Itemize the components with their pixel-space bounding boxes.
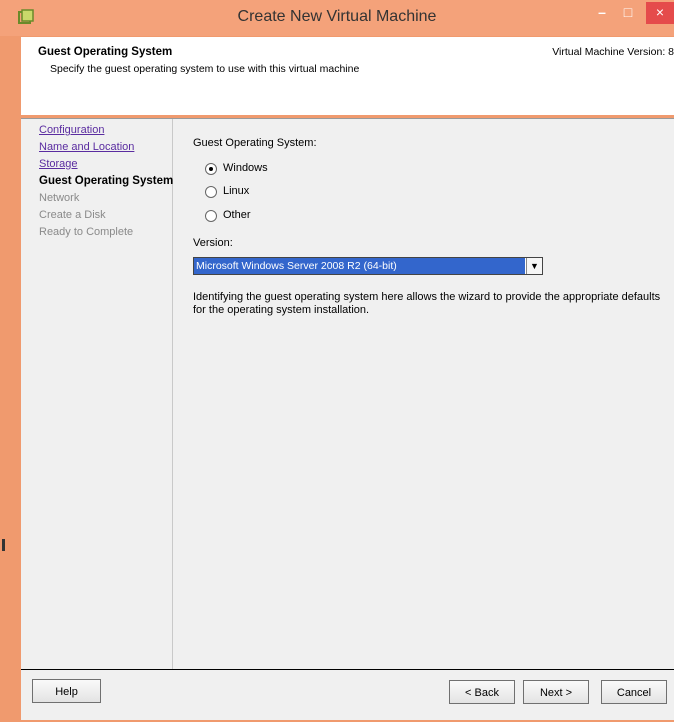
- wizard-content: Guest Operating System: Windows Linux Ot…: [173, 119, 674, 669]
- page-title: Guest Operating System: [38, 46, 173, 58]
- help-button[interactable]: Help: [32, 679, 101, 703]
- next-button[interactable]: Next >: [523, 680, 589, 704]
- version-dropdown-value[interactable]: Microsoft Windows Server 2008 R2 (64-bit…: [194, 258, 525, 274]
- version-dropdown[interactable]: Microsoft Windows Server 2008 R2 (64-bit…: [193, 257, 543, 275]
- wizard-footer: Help < Back Next > Cancel: [21, 669, 674, 720]
- version-label: Version:: [193, 237, 233, 249]
- linux-radio-label[interactable]: Linux: [223, 185, 249, 197]
- vm-version-label: Virtual Machine Version: 8: [552, 46, 674, 58]
- nav-step-name-and-location[interactable]: Name and Location: [39, 141, 134, 153]
- nav-step-create-disk: Create a Disk: [39, 209, 106, 221]
- windows-radio[interactable]: [205, 163, 217, 175]
- os-description-text: Identifying the guest operating system h…: [193, 291, 661, 316]
- wizard-header: Guest Operating System Specify the guest…: [21, 37, 674, 115]
- back-button[interactable]: < Back: [449, 680, 515, 704]
- linux-radio[interactable]: [205, 186, 217, 198]
- wizard-body: Configuration Name and Location Storage …: [21, 118, 674, 669]
- page-subtitle: Specify the guest operating system to us…: [50, 63, 360, 75]
- edge-divider: [2, 539, 5, 551]
- wizard-window: Create New Virtual Machine – □ × Guest O…: [0, 0, 674, 722]
- maximize-button[interactable]: □: [616, 2, 640, 24]
- other-radio-label[interactable]: Other: [223, 209, 251, 221]
- minimize-button[interactable]: –: [590, 2, 614, 24]
- nav-step-storage[interactable]: Storage: [39, 158, 78, 170]
- guest-os-label: Guest Operating System:: [193, 137, 317, 149]
- wizard-steps-nav: Configuration Name and Location Storage …: [21, 119, 173, 669]
- other-radio[interactable]: [205, 210, 217, 222]
- chevron-down-icon[interactable]: ▼: [526, 258, 542, 274]
- window-title: Create New Virtual Machine: [237, 8, 437, 25]
- nav-step-guest-os: Guest Operating System: [39, 175, 174, 187]
- title-bar[interactable]: Create New Virtual Machine – □ ×: [0, 0, 674, 36]
- nav-step-configuration[interactable]: Configuration: [39, 124, 104, 136]
- nav-step-network: Network: [39, 192, 80, 204]
- nav-step-ready: Ready to Complete: [39, 226, 134, 238]
- windows-radio-label[interactable]: Windows: [223, 162, 268, 174]
- cancel-button[interactable]: Cancel: [601, 680, 667, 704]
- close-button[interactable]: ×: [646, 2, 674, 24]
